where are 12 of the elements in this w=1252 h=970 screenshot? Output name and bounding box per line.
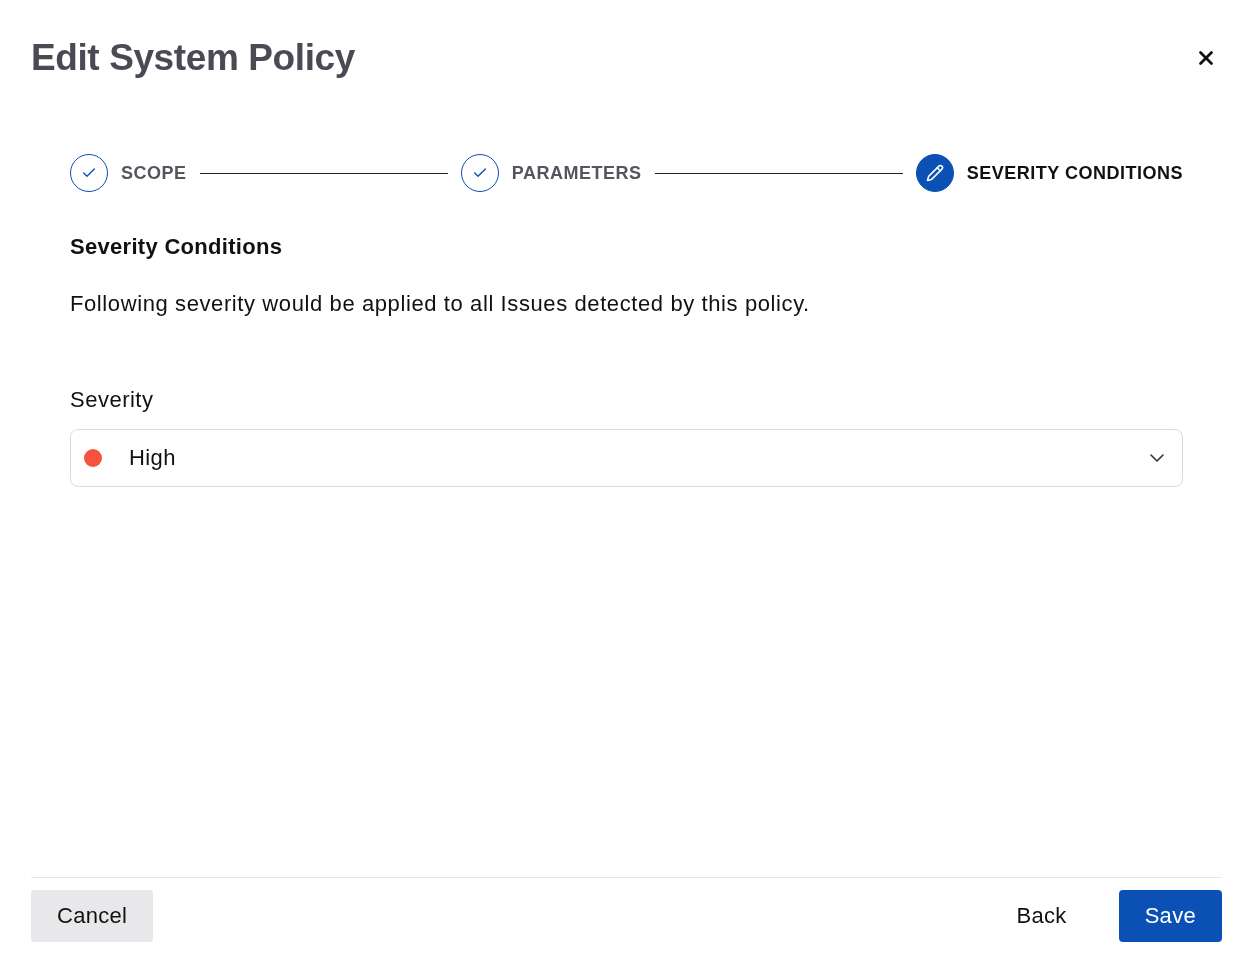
save-button[interactable]: Save [1118,890,1222,942]
step-label: SCOPE [121,162,187,184]
field-label: Severity [70,388,155,412]
step-label: SEVERITY CONDITIONS [966,162,1183,184]
back-button[interactable]: Back [991,890,1092,942]
section-heading: Severity Conditions [70,235,284,259]
cancel-button[interactable]: Cancel [31,890,154,942]
section-description: Following severity would be applied to all Issues detected by this policy. [70,292,811,316]
dialog-title: Edit System Policy [31,36,355,80]
pencil-icon [925,164,944,182]
severity-select[interactable]: High [70,429,1183,487]
step-label: PARAMETERS [511,162,642,184]
